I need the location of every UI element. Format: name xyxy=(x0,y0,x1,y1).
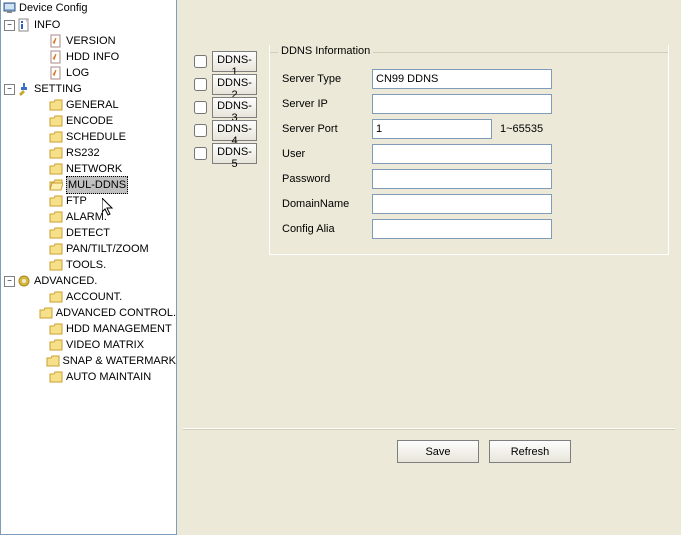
tree-leaf-snap[interactable]: SNAP & WATERMARK xyxy=(4,353,176,369)
folder-icon xyxy=(49,226,63,240)
ddns-check-3[interactable] xyxy=(194,101,207,114)
page-icon xyxy=(49,34,63,48)
folder-open-icon xyxy=(49,178,63,192)
main-panel: DDNS-1 DDNS-2 DDNS-3 DDNS-4 DDNS-5 DDNS … xyxy=(177,0,681,535)
page-icon xyxy=(49,50,63,64)
label-server-ip: Server IP xyxy=(282,98,372,110)
input-server-ip[interactable] xyxy=(372,94,552,114)
folder-icon xyxy=(49,258,63,272)
tree-leaf-detect[interactable]: DETECT xyxy=(4,225,176,241)
label-alias: Config Alia xyxy=(282,223,372,235)
device-icon xyxy=(3,1,16,14)
folder-icon xyxy=(49,338,63,352)
ddns-check-1[interactable] xyxy=(194,55,207,68)
ddns-row-3: DDNS-3 xyxy=(194,96,257,118)
tree-leaf-hddmgmt[interactable]: HDD MANAGEMENT xyxy=(4,321,176,337)
folder-icon xyxy=(49,242,63,256)
tree-leaf-general[interactable]: GENERAL xyxy=(4,97,176,113)
folder-icon xyxy=(49,98,63,112)
folder-icon xyxy=(39,306,53,320)
tree-leaf-encode[interactable]: ENCODE xyxy=(4,113,176,129)
tree-leaf-hddinfo[interactable]: HDD INFO xyxy=(4,49,176,65)
folder-icon xyxy=(49,210,63,224)
tree-leaf-version[interactable]: VERSION xyxy=(4,33,176,49)
collapse-icon[interactable]: − xyxy=(4,276,15,287)
tree-label: INFO xyxy=(34,17,60,33)
save-button[interactable]: Save xyxy=(397,440,479,463)
folder-icon xyxy=(49,322,63,336)
root-node[interactable]: Device Config xyxy=(1,0,176,15)
folder-icon xyxy=(49,162,63,176)
tree-leaf-log[interactable]: LOG xyxy=(4,65,176,81)
port-range: 1~65535 xyxy=(500,123,543,135)
label-domain: DomainName xyxy=(282,198,372,210)
folder-icon xyxy=(49,194,63,208)
tree-leaf-ftp[interactable]: FTP xyxy=(4,193,176,209)
label-server-port: Server Port xyxy=(282,123,372,135)
tree-leaf-account[interactable]: ACCOUNT. xyxy=(4,289,176,305)
page-icon xyxy=(49,66,63,80)
ddns-row-2: DDNS-2 xyxy=(194,73,257,95)
info-icon xyxy=(17,18,31,32)
label-user: User xyxy=(282,148,372,160)
input-password[interactable] xyxy=(372,169,552,189)
ddns-button-1[interactable]: DDNS-1 xyxy=(212,51,257,72)
collapse-icon[interactable]: − xyxy=(4,84,15,95)
tree-leaf-rs232[interactable]: RS232 xyxy=(4,145,176,161)
input-user[interactable] xyxy=(372,144,552,164)
tree-leaf-ptz[interactable]: PAN/TILT/ZOOM xyxy=(4,241,176,257)
label-password: Password xyxy=(282,173,372,185)
label-server-type: Server Type xyxy=(282,73,372,85)
ddns-button-5[interactable]: DDNS-5 xyxy=(212,143,257,164)
tree-leaf-tools[interactable]: TOOLS. xyxy=(4,257,176,273)
tree-node-info[interactable]: − INFO xyxy=(4,17,176,33)
gear-icon xyxy=(17,274,31,288)
folder-icon xyxy=(49,290,63,304)
tree-leaf-alarm[interactable]: ALARM. xyxy=(4,209,176,225)
ddns-check-5[interactable] xyxy=(194,147,207,160)
folder-icon xyxy=(49,370,63,384)
folder-icon xyxy=(49,130,63,144)
root-label: Device Config xyxy=(19,2,87,14)
tree-leaf-schedule[interactable]: SCHEDULE xyxy=(4,129,176,145)
ddns-check-2[interactable] xyxy=(194,78,207,91)
folder-icon xyxy=(49,146,63,160)
tree-node-advanced[interactable]: − ADVANCED. xyxy=(4,273,176,289)
tree-label: SETTING xyxy=(34,81,82,97)
tools-icon xyxy=(17,82,31,96)
tree-label: ADVANCED. xyxy=(34,273,97,289)
ddns-button-4[interactable]: DDNS-4 xyxy=(212,120,257,141)
input-server-type[interactable] xyxy=(372,69,552,89)
tree-leaf-network[interactable]: NETWORK xyxy=(4,161,176,177)
tree-leaf-automaintain[interactable]: AUTO MAINTAIN xyxy=(4,369,176,385)
refresh-button[interactable]: Refresh xyxy=(489,440,571,463)
tree-leaf-advcontrol[interactable]: ADVANCED CONTROL. xyxy=(4,305,176,321)
ddns-check-4[interactable] xyxy=(194,124,207,137)
group-title: DDNS Information xyxy=(278,45,373,57)
collapse-icon[interactable]: − xyxy=(4,20,15,31)
tree-leaf-videomatrix[interactable]: VIDEO MATRIX xyxy=(4,337,176,353)
tree-node-setting[interactable]: − SETTING xyxy=(4,81,176,97)
folder-icon xyxy=(49,114,63,128)
ddns-row-4: DDNS-4 xyxy=(194,119,257,141)
ddns-row-1: DDNS-1 xyxy=(194,50,257,72)
separator xyxy=(183,428,675,430)
sidebar: Device Config − INFO VERSION HDD INFO LO… xyxy=(0,0,177,535)
ddns-selector-column: DDNS-1 DDNS-2 DDNS-3 DDNS-4 DDNS-5 xyxy=(194,50,257,165)
input-server-port[interactable] xyxy=(372,119,492,139)
tree-leaf-mulddns[interactable]: MUL-DDNS xyxy=(4,177,176,193)
ddns-row-5: DDNS-5 xyxy=(194,142,257,164)
ddns-button-2[interactable]: DDNS-2 xyxy=(212,74,257,95)
input-alias[interactable] xyxy=(372,219,552,239)
ddns-info-group: DDNS Information Server Type Server IP S… xyxy=(269,45,669,255)
ddns-button-3[interactable]: DDNS-3 xyxy=(212,97,257,118)
folder-icon xyxy=(46,354,60,368)
input-domain[interactable] xyxy=(372,194,552,214)
